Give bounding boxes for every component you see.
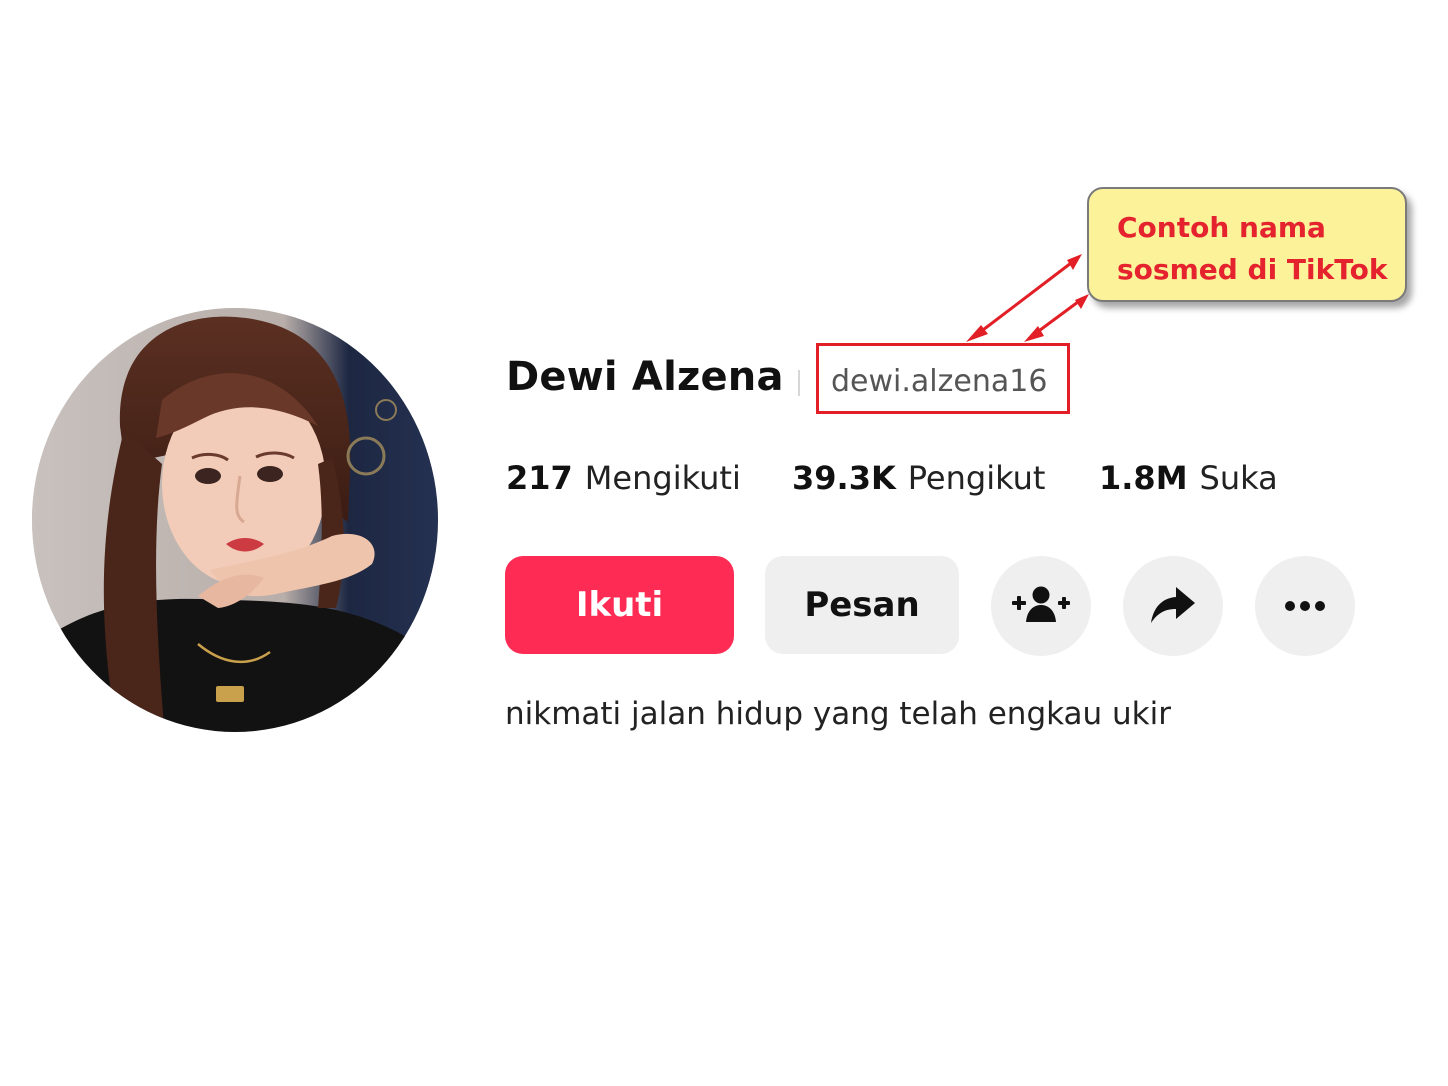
annotation-line-2: sosmed di TikTok: [1117, 253, 1388, 286]
name-divider: [798, 370, 800, 396]
stat-likes: 1.8M Suka: [1099, 462, 1279, 494]
bio-text: nikmati jalan hidup yang telah engkau uk…: [505, 696, 1171, 732]
more-button[interactable]: [1255, 556, 1355, 656]
share-button[interactable]: [1123, 556, 1223, 656]
avatar[interactable]: [32, 308, 438, 732]
stat-following[interactable]: 217 Mengikuti: [506, 462, 792, 494]
follow-button[interactable]: Ikuti: [505, 556, 734, 654]
add-friend-button[interactable]: [991, 556, 1091, 656]
stat-following-count: 217: [506, 459, 573, 497]
stat-followers-count: 39.3K: [792, 459, 896, 497]
annotation-callout: Contoh nama sosmed di TikTok: [1087, 187, 1407, 302]
username: dewi.alzena16: [831, 364, 1048, 399]
add-friend-icon: [1012, 585, 1070, 627]
annotation-line-1: Contoh nama: [1117, 211, 1326, 244]
stat-likes-count: 1.8M: [1099, 459, 1188, 497]
display-name: Dewi Alzena: [506, 354, 784, 400]
message-button[interactable]: Pesan: [765, 556, 959, 654]
stat-likes-label: Suka: [1199, 459, 1278, 497]
more-icon: [1284, 597, 1326, 616]
stat-followers[interactable]: 39.3K Pengikut: [792, 462, 1099, 494]
share-icon: [1149, 584, 1197, 628]
stat-following-label: Mengikuti: [584, 459, 741, 497]
stat-followers-label: Pengikut: [907, 459, 1046, 497]
stats-row: 217 Mengikuti 39.3K Pengikut 1.8M Suka: [506, 462, 1279, 494]
